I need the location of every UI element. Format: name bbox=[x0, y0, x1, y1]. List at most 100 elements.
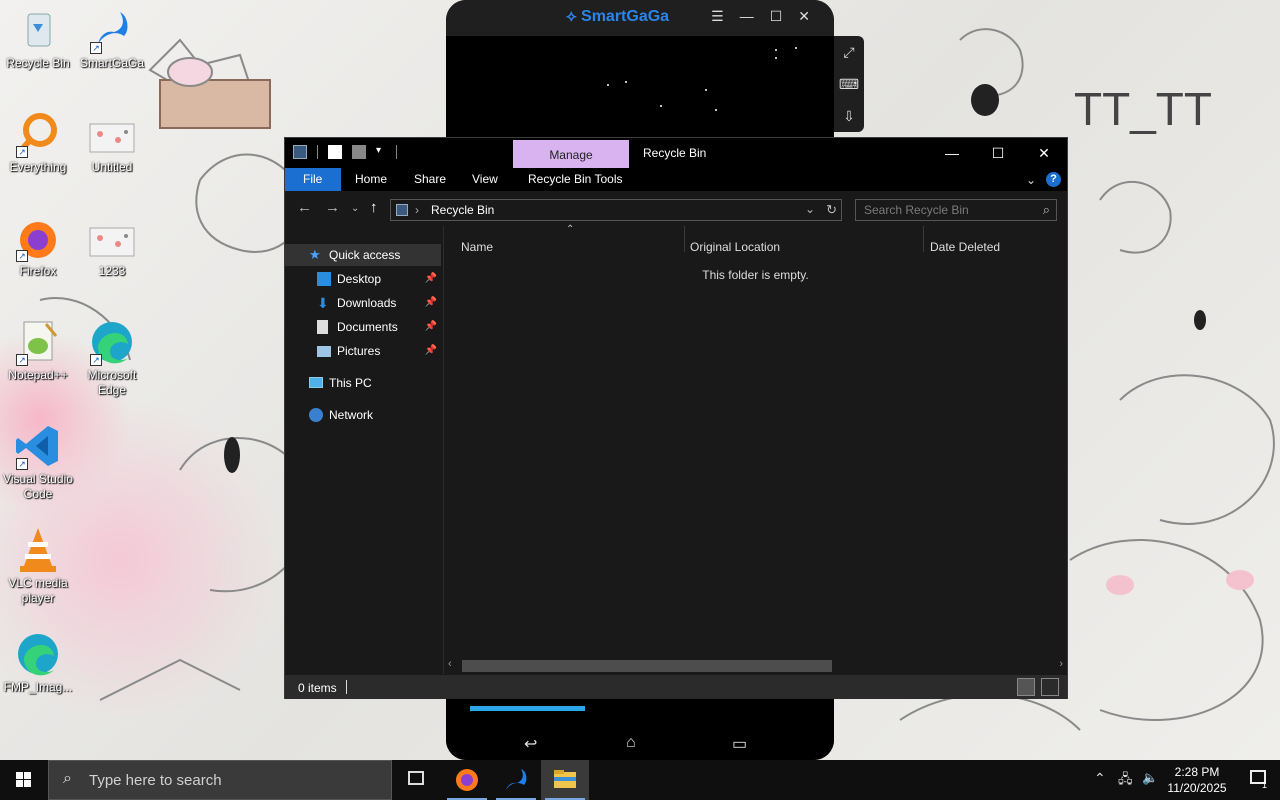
desktop-icon-notepadpp[interactable]: ↗ Notepad++ bbox=[0, 318, 76, 383]
desktop-icon-everything[interactable]: ↗ Everything bbox=[0, 110, 76, 175]
qat-separator bbox=[396, 145, 397, 159]
desktop-icon-untitled[interactable]: Untitled bbox=[74, 110, 150, 175]
status-bar: 0 items bbox=[285, 675, 1067, 699]
desktop-icon-vlc[interactable]: VLC media player bbox=[0, 526, 76, 606]
desktop-icon-label: Untitled bbox=[91, 160, 133, 174]
computer-icon bbox=[309, 377, 323, 388]
tab-view[interactable]: View bbox=[458, 168, 512, 191]
new-folder-icon[interactable] bbox=[352, 145, 366, 159]
pictures-icon bbox=[317, 346, 331, 357]
maximize-button[interactable]: ☐ bbox=[975, 138, 1021, 168]
sidebar-item-downloads[interactable]: ⬇ Downloads 📌 bbox=[285, 292, 441, 314]
large-icons-view-icon[interactable] bbox=[1041, 678, 1059, 696]
home-icon[interactable]: ⌂ bbox=[626, 734, 636, 752]
close-button[interactable]: ✕ bbox=[1021, 138, 1067, 168]
sidebar-item-network[interactable]: Network bbox=[285, 404, 441, 426]
search-icon: ⌕ bbox=[63, 770, 72, 787]
pin-icon[interactable]: 📌 bbox=[425, 292, 437, 314]
recents-icon[interactable]: ▭ bbox=[732, 734, 747, 754]
horizontal-scrollbar[interactable]: ‹ › bbox=[444, 658, 1067, 674]
column-header-name[interactable]: Name bbox=[461, 240, 493, 254]
maximize-icon[interactable]: ☐ bbox=[770, 8, 783, 25]
sidebar-item-quick-access[interactable]: ★ Quick access bbox=[285, 244, 441, 266]
desktop-icon-label: VLC media player bbox=[8, 576, 68, 605]
search-box[interactable]: Search Recycle Bin ⌕ bbox=[855, 199, 1057, 221]
scroll-right-icon[interactable]: › bbox=[1059, 658, 1063, 670]
address-bar[interactable]: › Recycle Bin ⌄ ↻ bbox=[390, 199, 842, 221]
emulator-progress-bar bbox=[470, 706, 585, 711]
pin-icon[interactable]: 📌 bbox=[425, 316, 437, 338]
up-arrow-icon[interactable]: ↑ bbox=[370, 199, 378, 216]
column-header-date-deleted[interactable]: Date Deleted bbox=[930, 240, 1000, 254]
emulator-titlebar[interactable]: ⟡ SmartGaGa ☰ — ☐ ✕ bbox=[446, 0, 834, 36]
sidebar-item-pictures[interactable]: Pictures 📌 bbox=[285, 340, 441, 362]
start-button[interactable] bbox=[0, 760, 48, 800]
emulator-logo: ⟡ SmartGaGa bbox=[566, 8, 669, 26]
tab-manage[interactable]: Manage bbox=[513, 140, 629, 168]
show-hidden-icons-icon[interactable]: ⌃ bbox=[1094, 770, 1106, 787]
taskbar-firefox[interactable] bbox=[443, 760, 491, 800]
breadcrumb-recycle-bin[interactable]: Recycle Bin bbox=[431, 203, 494, 217]
scroll-left-icon[interactable]: ‹ bbox=[448, 658, 452, 670]
desktop-icon-vscode[interactable]: ↗ Visual Studio Code bbox=[0, 422, 76, 502]
apk-install-icon[interactable]: ⇩ bbox=[834, 100, 864, 132]
minimize-button[interactable]: — bbox=[929, 138, 975, 168]
tab-file[interactable]: File bbox=[285, 168, 341, 191]
sidebar-item-this-pc[interactable]: This PC bbox=[285, 372, 441, 394]
taskbar-search-placeholder: Type here to search bbox=[89, 772, 222, 789]
quick-access-toolbar: ▾ bbox=[293, 145, 397, 159]
notification-center-button[interactable]: 1 bbox=[1236, 760, 1280, 800]
desktop-icon-edge[interactable]: ↗ Microsoft Edge bbox=[74, 318, 150, 398]
network-status-icon[interactable]: 🖧 bbox=[1118, 770, 1133, 792]
folder-icon bbox=[554, 770, 576, 788]
desktop-icon-smartgaga[interactable]: ↗ SmartGaGa bbox=[74, 6, 150, 71]
file-list[interactable]: ⌃ Name Original Location Date Deleted Th… bbox=[444, 224, 1067, 674]
ribbon-tabs: File Home Share View Recycle Bin Tools ⌄… bbox=[285, 168, 1067, 191]
expand-ribbon-icon[interactable]: ⌄ bbox=[1026, 173, 1036, 187]
details-view-icon[interactable] bbox=[1017, 678, 1035, 696]
address-dropdown-icon[interactable]: ⌄ bbox=[805, 202, 815, 216]
recent-locations-icon[interactable]: ⌄ bbox=[351, 203, 359, 214]
scrollbar-thumb[interactable] bbox=[462, 660, 832, 672]
tab-home[interactable]: Home bbox=[341, 168, 401, 191]
tab-recycle-bin-tools[interactable]: Recycle Bin Tools bbox=[514, 168, 637, 191]
network-icon bbox=[309, 408, 323, 422]
column-separator[interactable] bbox=[684, 226, 685, 252]
qat-dropdown-icon[interactable]: ▾ bbox=[376, 145, 386, 159]
desktop-icon-firefox[interactable]: ↗ Firefox bbox=[0, 214, 76, 279]
explorer-window[interactable]: ▾ Manage Recycle Bin — ☐ ✕ File Home Sha… bbox=[284, 137, 1068, 699]
pin-icon[interactable]: 📌 bbox=[425, 340, 437, 362]
pin-icon[interactable]: 📌 bbox=[425, 268, 437, 290]
back-arrow-icon[interactable]: ← bbox=[297, 199, 312, 216]
task-view-button[interactable] bbox=[392, 760, 440, 800]
sidebar-item-desktop[interactable]: Desktop 📌 bbox=[285, 268, 441, 290]
fullscreen-icon[interactable]: ⤢ bbox=[834, 36, 864, 68]
sidebar-item-documents[interactable]: Documents 📌 bbox=[285, 316, 441, 338]
column-header-original-location[interactable]: Original Location bbox=[690, 240, 780, 254]
emulator-navigation: ↩ ⌂ ▭ bbox=[446, 698, 834, 760]
desktop-icon-label: 1233 bbox=[98, 264, 126, 278]
taskbar-search[interactable]: ⌕ Type here to search bbox=[48, 760, 392, 800]
recycle-bin-small-icon bbox=[396, 204, 408, 216]
desktop-icon-label: Everything bbox=[9, 160, 67, 174]
desktop-icon-recycle-bin[interactable]: Recycle Bin bbox=[0, 6, 76, 71]
volume-muted-icon[interactable]: 🔈 bbox=[1142, 770, 1158, 786]
desktop-icon-fmp-image[interactable]: FMP_Imag... bbox=[0, 630, 76, 695]
column-separator[interactable] bbox=[923, 226, 924, 252]
taskbar-file-explorer[interactable] bbox=[541, 760, 589, 800]
desktop-icon-1233[interactable]: 1233 bbox=[74, 214, 150, 279]
menu-icon[interactable]: ☰ bbox=[711, 8, 724, 25]
keyboard-icon[interactable]: ⌨ bbox=[834, 68, 864, 100]
help-icon[interactable]: ? bbox=[1046, 172, 1061, 187]
close-icon[interactable]: ✕ bbox=[798, 8, 810, 25]
back-icon[interactable]: ↩ bbox=[524, 734, 537, 754]
tab-share[interactable]: Share bbox=[400, 168, 460, 191]
taskbar-smartgaga[interactable] bbox=[492, 760, 540, 800]
properties-icon[interactable] bbox=[328, 145, 342, 159]
clock[interactable]: 2:28 PM 11/20/2025 bbox=[1162, 764, 1232, 796]
minimize-icon[interactable]: — bbox=[740, 8, 754, 25]
refresh-icon[interactable]: ↻ bbox=[826, 202, 837, 218]
explorer-titlebar[interactable]: ▾ Manage Recycle Bin — ☐ ✕ bbox=[285, 138, 1067, 168]
recycle-bin-icon bbox=[14, 6, 62, 54]
forward-arrow-icon[interactable]: → bbox=[325, 199, 340, 216]
